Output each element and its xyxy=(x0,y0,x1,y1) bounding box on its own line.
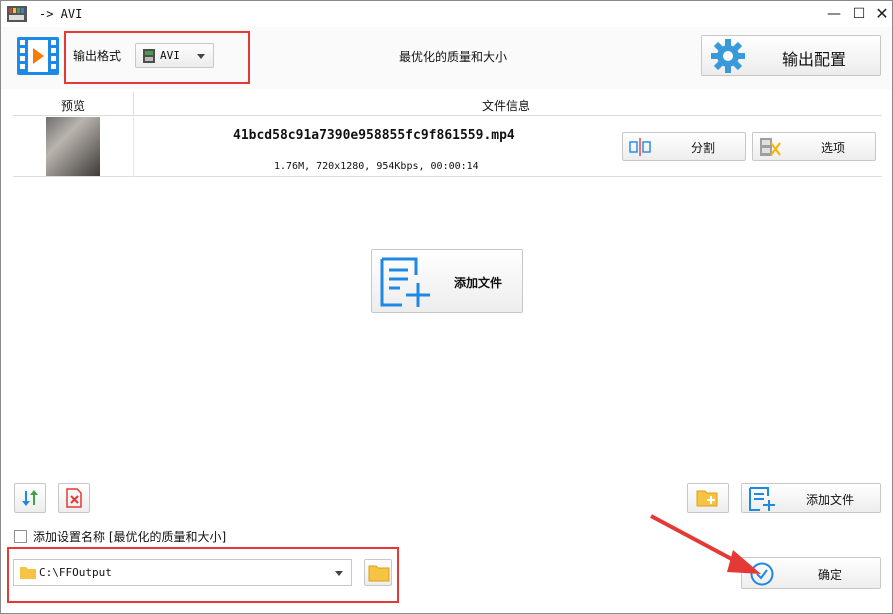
add-preset-name-label: 添加设置名称 [最优化的质量和大小] xyxy=(33,530,227,544)
add-file-label: 添加文件 xyxy=(806,493,855,507)
top-toolbar: 输出格式 AVI 最优化的质量和大小 输出配置 xyxy=(1,27,892,89)
maximize-button[interactable]: ☐ xyxy=(848,4,870,24)
minimize-button[interactable]: — xyxy=(823,4,845,24)
column-preview: 预览 xyxy=(61,99,86,113)
options-label: 选项 xyxy=(821,141,846,155)
output-config-button[interactable]: 输出配置 xyxy=(701,35,881,76)
app-logo-icon xyxy=(7,6,27,22)
split-icon xyxy=(629,138,651,156)
title-bar: -> AVI — ☐ ✕ xyxy=(1,1,892,27)
gear-icon xyxy=(711,39,745,73)
app-window: -> AVI — ☐ ✕ 输出格式 AVI 最优化的质量和大小 输出配置 预览 … xyxy=(0,0,893,614)
output-folder-dropdown[interactable]: C:\FFOutput xyxy=(13,559,352,586)
folder-icon xyxy=(20,567,36,579)
options-button[interactable]: 选项 xyxy=(752,132,876,161)
split-label: 分割 xyxy=(691,141,716,155)
file-meta: 1.76M, 720x1280, 954Kbps, 00:00:14 xyxy=(274,161,479,172)
file-row[interactable]: 41bcd58c91a7390e958855fc9f861559.mp4 1.7… xyxy=(13,117,882,177)
sort-arrows-icon xyxy=(22,490,38,506)
quality-preset-text: 最优化的质量和大小 xyxy=(399,50,508,64)
thumbnail-caption-overlay xyxy=(52,157,94,167)
file-list-header: 预览 文件信息 xyxy=(13,92,882,116)
file-name: 41bcd58c91a7390e958855fc9f861559.mp4 xyxy=(233,128,515,143)
file-list: 预览 文件信息 41bcd58c91a7390e958855fc9f861559… xyxy=(13,92,882,178)
add-file-center-button[interactable]: 添加文件 xyxy=(371,249,523,313)
chevron-down-icon xyxy=(335,571,343,576)
column-divider xyxy=(133,92,134,116)
remove-file-button[interactable] xyxy=(58,483,90,513)
add-file-center-label: 添加文件 xyxy=(454,276,503,290)
avi-file-icon xyxy=(143,49,155,63)
confirm-label: 确定 xyxy=(818,568,843,582)
add-file-icon xyxy=(380,257,430,307)
column-file-info: 文件信息 xyxy=(482,99,531,113)
sort-button[interactable] xyxy=(14,483,46,513)
video-thumbnail xyxy=(46,117,100,176)
split-button[interactable]: 分割 xyxy=(622,132,746,161)
delete-file-icon xyxy=(66,488,82,508)
output-folder-path: C:\FFOutput xyxy=(39,566,112,579)
output-format-value: AVI xyxy=(160,49,180,62)
chevron-down-icon xyxy=(197,54,205,59)
folder-plus-icon xyxy=(696,490,718,507)
video-film-icon xyxy=(17,37,59,75)
add-preset-name-checkbox[interactable] xyxy=(14,530,27,543)
annotation-arrow-icon xyxy=(650,514,761,574)
output-format-label: 输出格式 xyxy=(73,49,122,63)
output-config-label: 输出配置 xyxy=(782,50,847,69)
column-divider xyxy=(133,117,134,177)
output-format-dropdown[interactable]: AVI xyxy=(135,43,214,68)
open-folder-icon xyxy=(368,565,390,582)
film-scissors-icon xyxy=(760,138,781,156)
window-title: -> AVI xyxy=(39,7,83,21)
browse-folder-button[interactable] xyxy=(364,559,392,586)
close-button[interactable]: ✕ xyxy=(871,4,893,24)
